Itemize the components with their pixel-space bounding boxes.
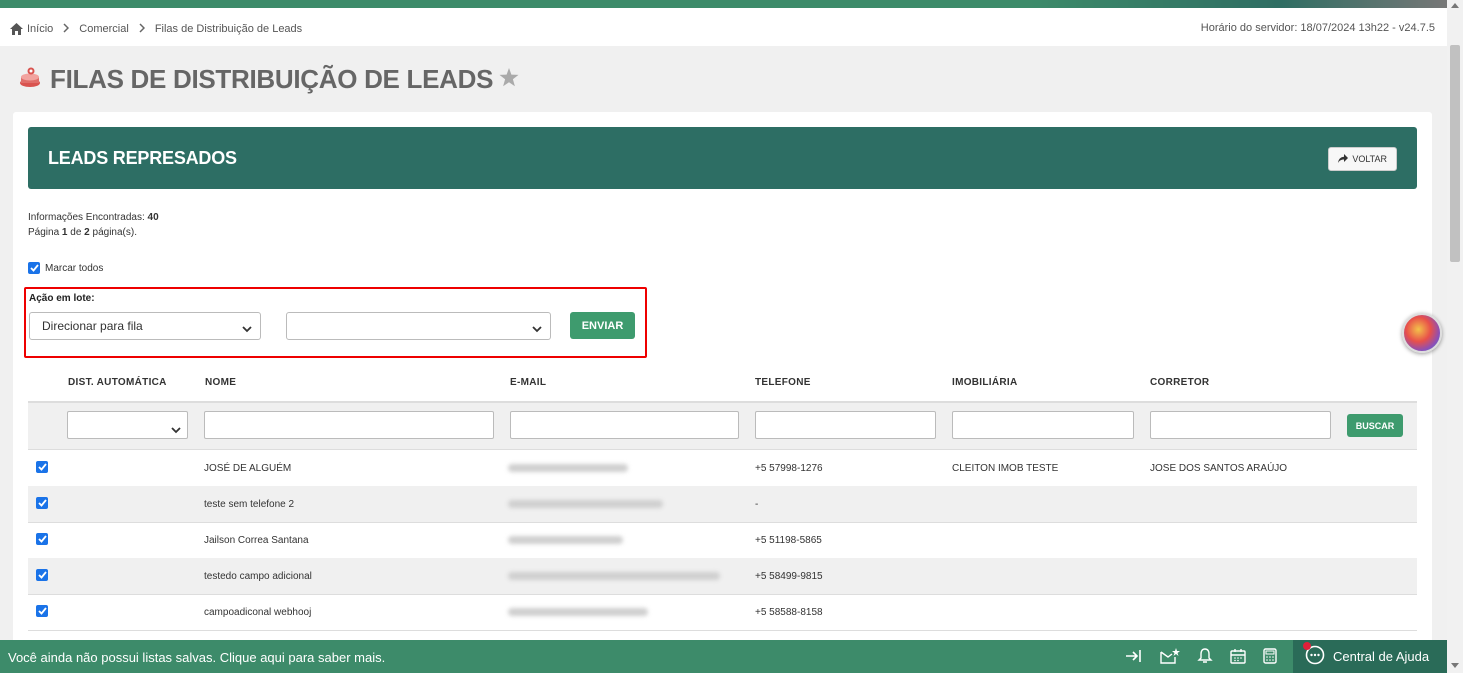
found-label: Informações Encontradas: [28, 212, 145, 223]
row-checkbox[interactable] [36, 569, 48, 581]
table-row[interactable]: JOSÉ DE ALGUÉM +5 57998-1276 CLEITON IMO… [28, 450, 1417, 487]
mark-all-label: Marcar todos [45, 262, 104, 274]
scroll-down-icon[interactable] [1451, 663, 1459, 668]
row-name: teste sem telefone 2 [204, 499, 295, 510]
table-header: DIST. AUTOMÁTICA NOME E-MAIL TELEFONE IM… [28, 364, 1417, 403]
breadcrumb-item-comercial[interactable]: Comercial [79, 23, 129, 35]
leads-card: LEADS REPRESADOS VOLTAR Informações Enco… [13, 112, 1432, 652]
page-of: de [70, 227, 82, 238]
row-name: JOSÉ DE ALGUÉM [204, 463, 292, 474]
bottom-toolbar [1125, 648, 1277, 669]
corretor-filter-input[interactable] [1150, 411, 1331, 439]
batch-action-select[interactable]: Direcionar para fila [29, 312, 261, 340]
bottom-bar: Você ainda não possui listas salvas. Cli… [0, 640, 1447, 673]
breadcrumb: Início Comercial Filas de Distribuição d… [10, 22, 302, 36]
row-broker: JOSE DOS SANTOS ARAÚJO [1150, 463, 1288, 474]
page-current: 1 [61, 227, 68, 238]
queue-icon [18, 65, 42, 94]
col-email[interactable]: E-MAIL [510, 377, 546, 388]
email-filter-input[interactable] [510, 411, 739, 439]
blurred-email [508, 464, 628, 472]
page-total: 2 [84, 227, 90, 238]
breadcrumb-item-inicio[interactable]: Início [27, 23, 53, 35]
chevron-down-icon [171, 421, 181, 439]
mark-all[interactable]: Marcar todos [28, 262, 103, 274]
row-phone: +5 51198-5865 [755, 535, 822, 546]
row-checkbox[interactable] [36, 533, 48, 545]
breadcrumb-bar: Início Comercial Filas de Distribuição d… [0, 8, 1447, 46]
favorite-star-icon[interactable] [499, 67, 519, 92]
col-telefone[interactable]: TELEFONE [755, 377, 811, 388]
row-checkbox[interactable] [36, 497, 48, 509]
row-agency: CLEITON IMOB TESTE [952, 463, 1059, 474]
row-checkbox[interactable] [36, 461, 48, 473]
table-row[interactable]: campoadiconal webhooj +5 58588-8158 [28, 594, 1417, 631]
server-time: Horário do servidor: 18/07/2024 13h22 - … [1200, 22, 1435, 34]
row-phone: +5 58499-9815 [755, 571, 823, 582]
notification-dot [1303, 642, 1311, 650]
page-title-text: FILAS DE DISTRIBUIÇÃO DE LEADS [50, 64, 494, 94]
blurred-email [508, 500, 663, 508]
col-imobiliaria[interactable]: IMOBILIÁRIA [952, 377, 1018, 388]
col-dist-automatica[interactable]: DIST. AUTOMÁTICA [68, 377, 167, 388]
chevron-down-icon [532, 322, 542, 336]
blurred-email [508, 536, 623, 544]
search-button[interactable]: BUSCAR [1347, 414, 1403, 437]
home-icon [10, 23, 23, 35]
back-button[interactable]: VOLTAR [1328, 147, 1397, 171]
calendar-icon[interactable] [1230, 648, 1246, 669]
floating-assistant-button[interactable] [1402, 313, 1442, 353]
row-phone: +5 57998-1276 [755, 463, 823, 474]
card-header: LEADS REPRESADOS VOLTAR [28, 127, 1417, 189]
batch-action-value: Direcionar para fila [42, 319, 143, 333]
batch-action-label: Ação em lote: [29, 293, 95, 304]
blurred-email [508, 608, 648, 616]
found-count: 40 [147, 212, 159, 223]
row-checkbox[interactable] [36, 605, 48, 617]
breadcrumb-home[interactable]: Início [10, 23, 53, 35]
page-suffix: página(s). [92, 227, 137, 238]
page-title: FILAS DE DISTRIBUIÇÃO DE LEADS [18, 64, 519, 95]
row-name: testedo campo adicional [204, 571, 312, 582]
page-prefix: Página [28, 227, 60, 238]
row-phone: - [755, 499, 759, 510]
scroll-up-icon[interactable] [1451, 3, 1459, 8]
calculator-icon[interactable] [1263, 648, 1277, 669]
telefone-filter-input[interactable] [755, 411, 936, 439]
col-corretor[interactable]: CORRETOR [1150, 377, 1209, 388]
chevron-right-icon [63, 22, 70, 36]
saved-lists-message[interactable]: Você ainda não possui listas salvas. Cli… [8, 650, 385, 665]
results-info: Informações Encontradas: 40 Página 1 de … [28, 210, 159, 240]
col-nome[interactable]: NOME [205, 377, 236, 388]
bell-icon[interactable] [1197, 648, 1213, 669]
vertical-scrollbar[interactable] [1447, 0, 1463, 673]
help-center-button[interactable]: Central de Ajuda [1293, 640, 1447, 673]
mail-star-icon[interactable] [1160, 648, 1180, 669]
back-button-label: VOLTAR [1352, 154, 1387, 164]
dist-automatica-filter-select[interactable] [67, 411, 188, 439]
help-center-label: Central de Ajuda [1333, 649, 1430, 664]
table-row[interactable]: teste sem telefone 2 - [28, 486, 1417, 523]
row-phone: +5 58588-8158 [755, 607, 823, 618]
row-name: campoadiconal webhooj [204, 607, 312, 618]
table-row[interactable]: testedo campo adicional +5 58499-9815 [28, 558, 1417, 595]
send-button[interactable]: ENVIAR [570, 312, 635, 339]
collapse-arrow-icon[interactable] [1125, 648, 1143, 669]
chevron-down-icon [242, 322, 252, 336]
card-header-title: LEADS REPRESADOS [48, 148, 237, 168]
filter-row: BUSCAR [28, 403, 1417, 450]
row-name: Jailson Correa Santana [204, 535, 309, 546]
blurred-email [508, 572, 720, 580]
top-accent-bar [0, 0, 1447, 8]
imobiliaria-filter-input[interactable] [952, 411, 1134, 439]
nome-filter-input[interactable] [204, 411, 494, 439]
breadcrumb-item-filas[interactable]: Filas de Distribuição de Leads [155, 23, 302, 35]
scroll-thumb[interactable] [1450, 45, 1460, 262]
table-row[interactable]: Jailson Correa Santana +5 51198-5865 [28, 522, 1417, 559]
batch-target-select[interactable] [286, 312, 551, 340]
share-arrow-icon [1338, 153, 1349, 165]
chevron-right-icon [139, 22, 145, 36]
batch-action-box: Ação em lote: Direcionar para fila ENVIA… [24, 287, 647, 358]
mark-all-checkbox[interactable] [28, 262, 40, 274]
